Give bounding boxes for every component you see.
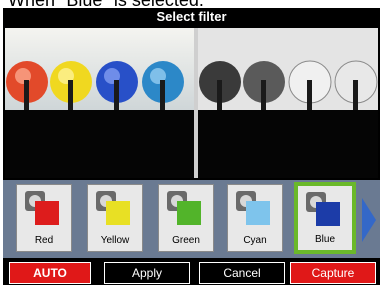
filter-label: Cyan — [243, 235, 267, 246]
preview-filtered — [198, 28, 378, 178]
filter-label: Blue — [314, 234, 335, 245]
filtered-photo — [198, 28, 378, 178]
red-filter-icon — [25, 191, 59, 225]
filter-tile-cyan[interactable]: Cyan — [227, 184, 283, 252]
filter-strip: Red Yellow Green Cyan Blue — [3, 180, 380, 258]
filter-dialog: Select filter Red Yellow Green Cyan Blue… — [3, 8, 380, 285]
yellow-filter-icon — [96, 191, 130, 225]
green-filter-icon — [167, 191, 201, 225]
auto-button[interactable]: AUTO — [9, 262, 91, 284]
preview-original — [5, 28, 194, 178]
capture-button[interactable]: Capture — [290, 262, 376, 284]
blue-filter-icon — [306, 192, 340, 226]
filter-label: Green — [172, 235, 200, 246]
filter-label: Red — [34, 235, 54, 246]
apply-button[interactable]: Apply — [104, 262, 190, 284]
chevron-right-icon[interactable] — [362, 198, 376, 242]
original-photo — [5, 28, 194, 178]
filter-tile-red[interactable]: Red — [16, 184, 72, 252]
dialog-title: Select filter — [3, 8, 380, 26]
filter-label: Yellow — [100, 235, 130, 246]
filter-tile-blue[interactable]: Blue — [294, 182, 356, 254]
cyan-filter-icon — [236, 191, 270, 225]
cancel-button[interactable]: Cancel — [199, 262, 285, 284]
filter-tile-green[interactable]: Green — [158, 184, 214, 252]
filter-tile-yellow[interactable]: Yellow — [87, 184, 143, 252]
